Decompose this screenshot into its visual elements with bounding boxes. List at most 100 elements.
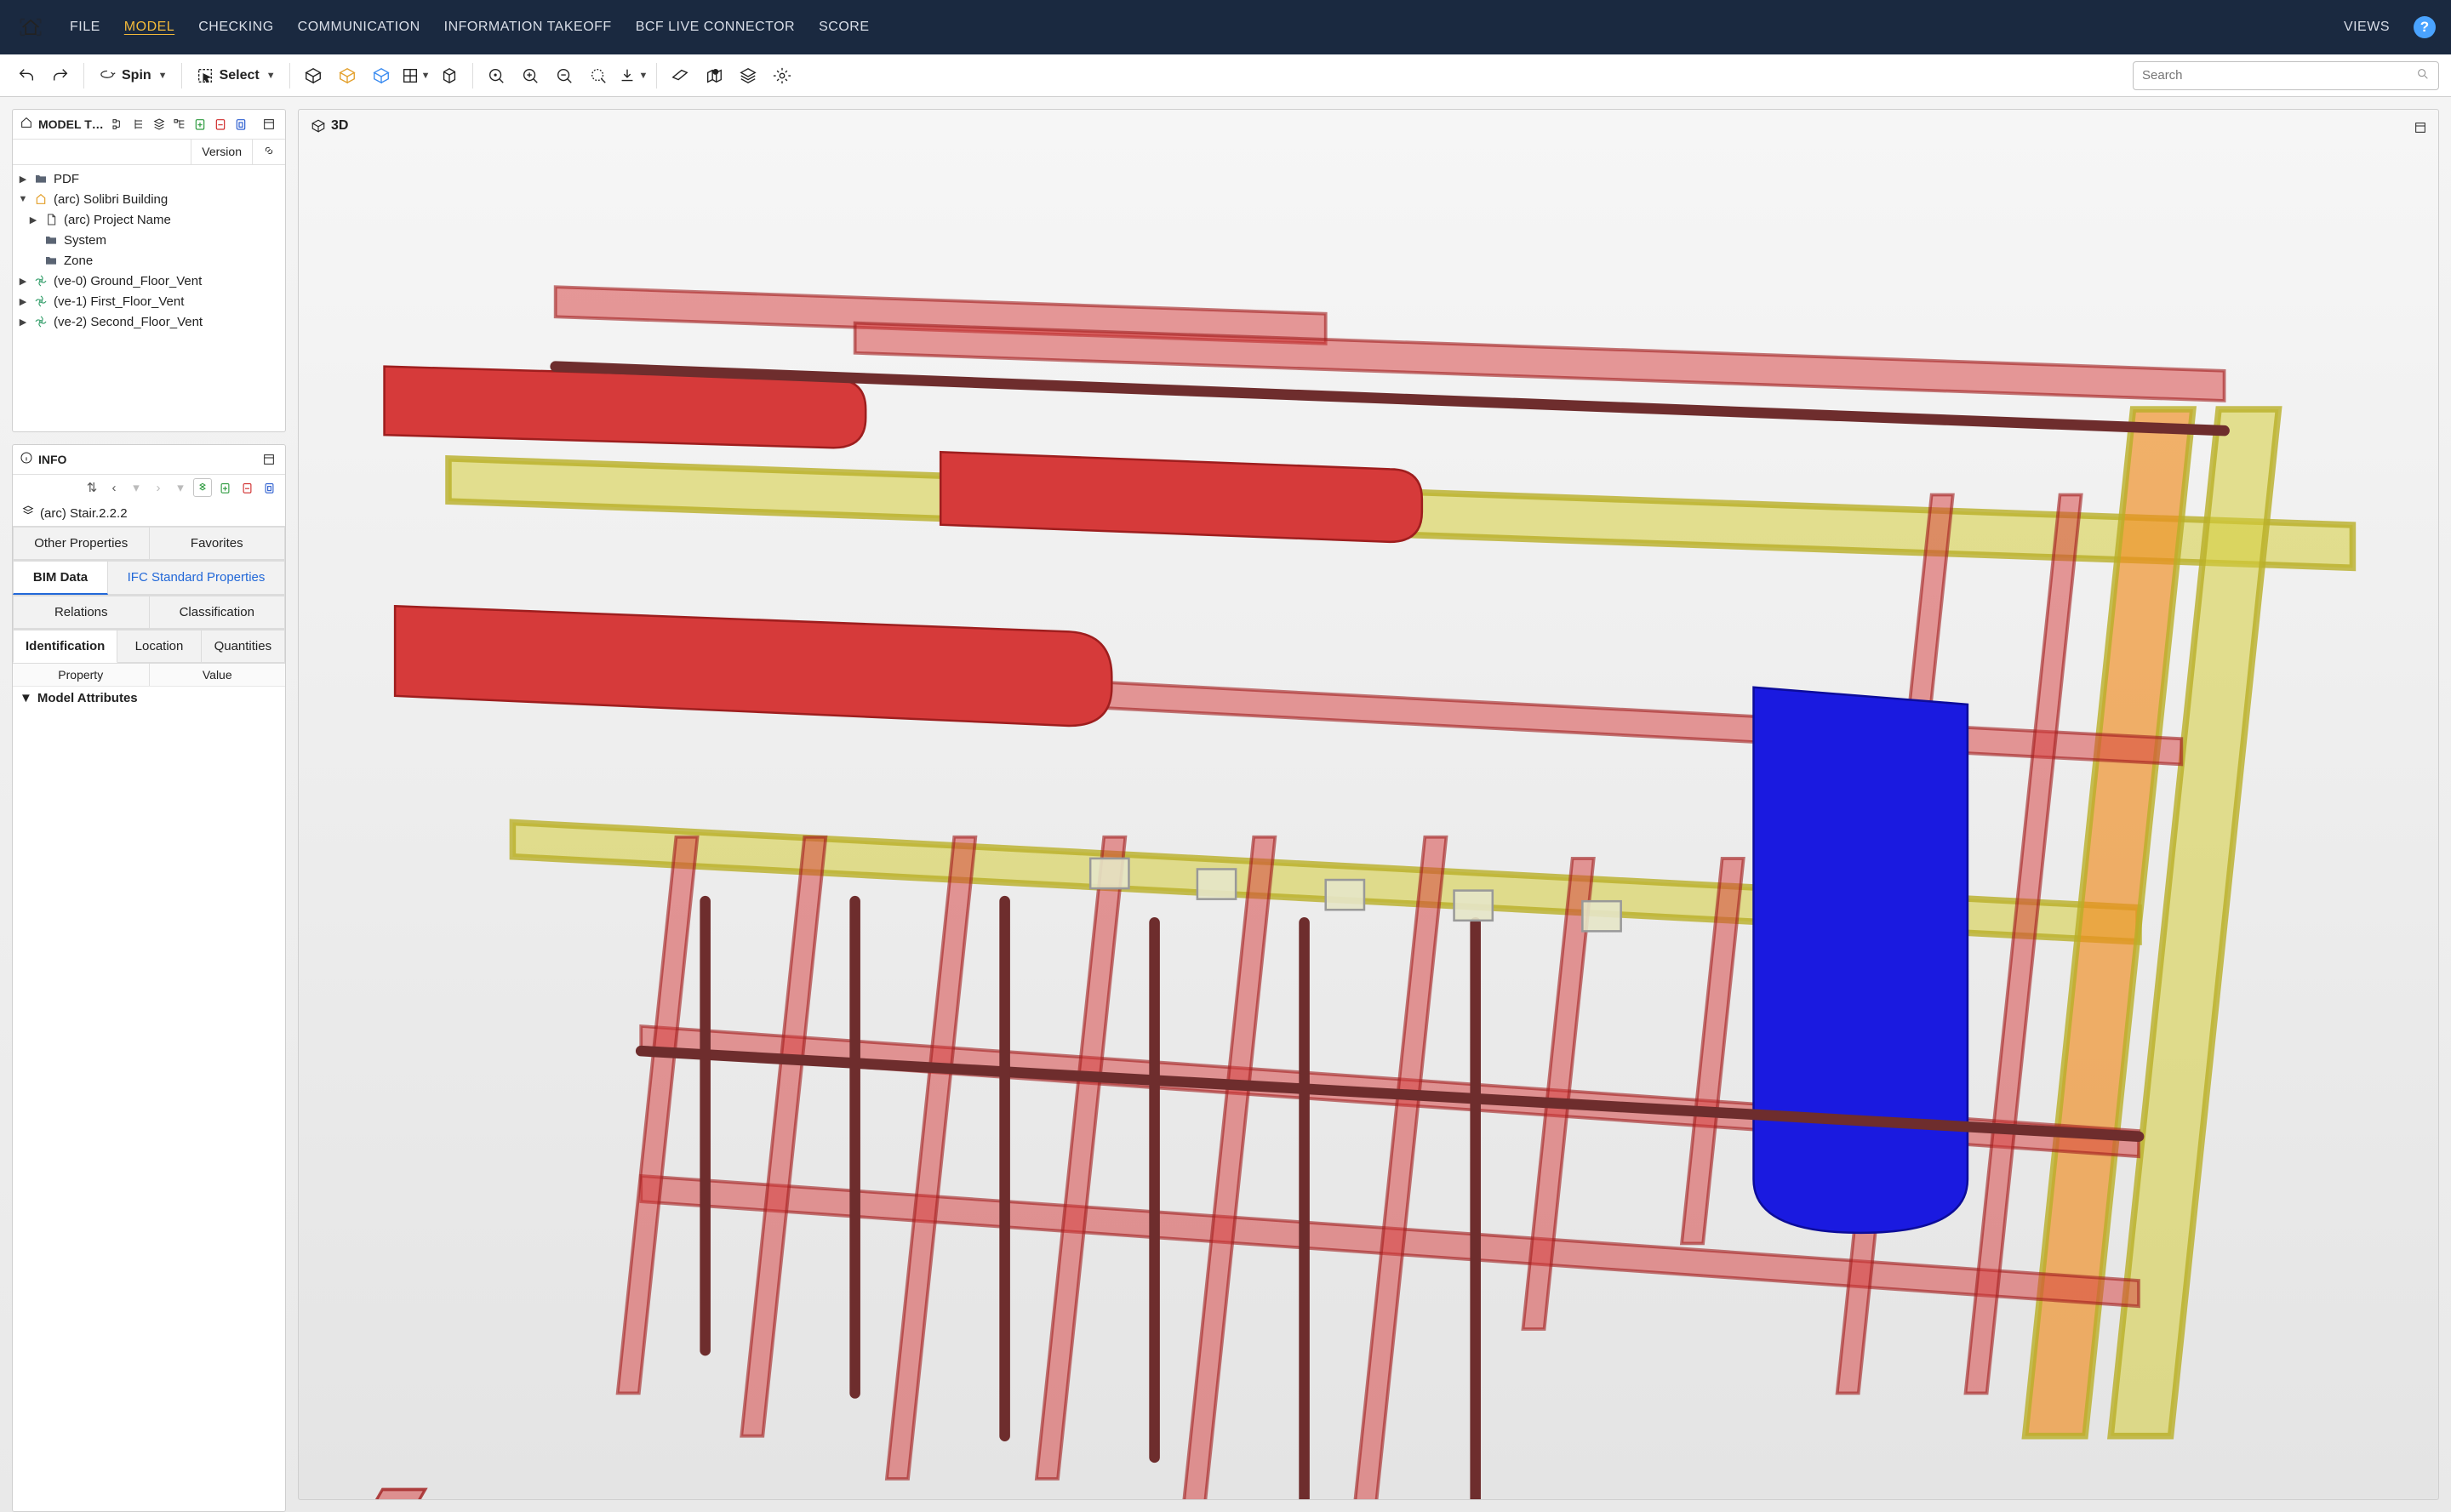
clipboard-copy-icon[interactable] [231,115,250,134]
selected-element-label: (arc) Stair.2.2.2 [40,506,128,521]
tab-ifc-standard-properties[interactable]: IFC Standard Properties [108,561,285,595]
tree-row[interactable]: ▶ (ve-2) Second_Floor_Vent [13,311,285,332]
tree-tool-1-icon[interactable] [109,115,128,134]
panel-title: MODEL T… [38,117,104,131]
spin-button[interactable]: Spin ▼ [93,61,173,90]
tree-row[interactable]: ▶(arc) Project Name [13,209,285,230]
tab-other-properties[interactable]: Other Properties [13,527,150,560]
tree-row[interactable]: System [13,230,285,250]
nav-prev-icon[interactable]: ‹ [105,478,123,497]
nav-next-disabled-icon: › [149,478,168,497]
tree-row[interactable]: ▶(ve-1) First_Floor_Vent [13,291,285,311]
arc-icon [33,191,49,207]
sort-icon[interactable]: ⇅ [83,478,101,497]
clipboard-remove-icon[interactable] [211,115,230,134]
link-button[interactable] [252,140,285,164]
section-label: Model Attributes [37,691,138,705]
select-label: Select [218,68,261,83]
main-toolbar: Spin ▼ Select ▼ ▼ ▼ [0,54,2451,97]
download-icon[interactable]: ▼ [618,61,648,90]
search-input[interactable] [2142,68,2416,83]
caret-icon: ▶ [18,317,28,328]
select-button[interactable]: Select ▼ [191,61,281,90]
layers-icon[interactable] [734,61,763,90]
folder-icon [43,232,59,248]
maximize-panel-icon[interactable] [260,115,278,134]
3d-viewport[interactable]: 3D [298,109,2439,1500]
tree-tool-4-icon[interactable] [170,115,189,134]
clipboard-remove-icon[interactable] [237,478,256,497]
tree-tool-2-icon[interactable] [129,115,148,134]
tab-favorites[interactable]: Favorites [150,527,286,560]
maximize-panel-icon[interactable] [260,450,278,469]
zoom-in-icon[interactable] [516,61,545,90]
tree-row-label: (ve-0) Ground_Floor_Vent [54,274,202,288]
caret-icon: ▶ [18,174,28,185]
panel-title: INFO [38,453,254,466]
menu-score[interactable]: SCORE [819,20,869,35]
info-panel: INFO ⇅ ‹ ▾ › ▾ (arc) Stair.2.2.2 Other P… [12,444,286,1512]
model-tree-panel: MODEL T… Version ▶PDF▼(arc) Solibri Buil… [12,109,286,432]
grid-header-property[interactable]: Property [13,664,150,686]
spin-label: Spin [120,68,153,83]
undo-button[interactable] [12,61,41,90]
caret-down-icon: ▼ [20,691,32,705]
fan-icon [33,314,49,329]
zoom-reset-icon[interactable] [482,61,511,90]
box-3d-icon[interactable] [435,61,464,90]
cube-wire-blue-icon[interactable] [367,61,396,90]
tree-tool-3-icon[interactable] [150,115,169,134]
tab-bim-data[interactable]: BIM Data [13,561,108,595]
app-logo-icon [15,12,46,43]
tree-body[interactable]: ▶PDF▼(arc) Solibri Building▶(arc) Projec… [13,165,285,431]
tab-relations[interactable]: Relations [13,596,150,629]
tree-row-label: (ve-2) Second_Floor_Vent [54,315,203,329]
folder-icon [43,253,59,268]
menu-file[interactable]: FILE [70,20,100,35]
menu-model[interactable]: MODEL [124,20,174,35]
fan-icon [33,294,49,309]
map-pin-icon[interactable] [700,61,728,90]
grid-section-model-attributes[interactable]: ▼ Model Attributes [13,686,285,710]
tab-identification[interactable]: Identification [13,630,117,663]
caret-icon: ▶ [18,276,28,287]
menu-communication[interactable]: COMMUNICATION [298,20,420,35]
help-icon[interactable]: ? [2414,16,2436,38]
layers-icon [21,505,35,522]
zoom-out-icon[interactable] [550,61,579,90]
menu-checking[interactable]: CHECKING [198,20,273,35]
tab-location[interactable]: Location [117,630,201,663]
chevron-down-icon: ▼ [421,71,431,81]
chevron-down-icon: ▼ [266,71,276,81]
menu-views[interactable]: VIEWS [2344,20,2390,35]
tree-row-label: System [64,233,106,248]
clipboard-copy-icon[interactable] [260,478,278,497]
version-button[interactable]: Version [191,140,252,164]
folder-icon [33,171,49,186]
tree-row[interactable]: ▶ (ve-0) Ground_Floor_Vent [13,271,285,291]
tab-quantities[interactable]: Quantities [202,630,285,663]
clipboard-add-icon[interactable] [215,478,234,497]
cube-wire-orange-icon[interactable] [333,61,362,90]
redo-button[interactable] [46,61,75,90]
clipboard-add-icon[interactable] [191,115,209,134]
tree-row-label: (arc) Project Name [64,213,171,227]
link-cubes-icon[interactable] [193,478,212,497]
caret-icon: ▶ [18,296,28,307]
tree-row[interactable]: ▼(arc) Solibri Building [13,189,285,209]
menu-information-takeoff[interactable]: INFORMATION TAKEOFF [444,20,612,35]
nav-down2-disabled-icon: ▾ [171,478,190,497]
tab-classification[interactable]: Classification [150,596,286,629]
zoom-fit-icon[interactable] [584,61,613,90]
search-box[interactable] [2133,61,2439,90]
grid-header-value[interactable]: Value [150,664,286,686]
menu-bcf-live-connector[interactable]: BCF LIVE CONNECTOR [636,20,795,35]
tree-row[interactable]: Zone [13,250,285,271]
tree-row[interactable]: ▶PDF [13,168,285,189]
grid-view-icon[interactable]: ▼ [401,61,431,90]
plane-icon[interactable] [666,61,694,90]
cube-solid-icon[interactable] [299,61,328,90]
settings-icon[interactable] [768,61,797,90]
search-icon [2416,67,2430,84]
tree-row-label: (arc) Solibri Building [54,192,168,207]
